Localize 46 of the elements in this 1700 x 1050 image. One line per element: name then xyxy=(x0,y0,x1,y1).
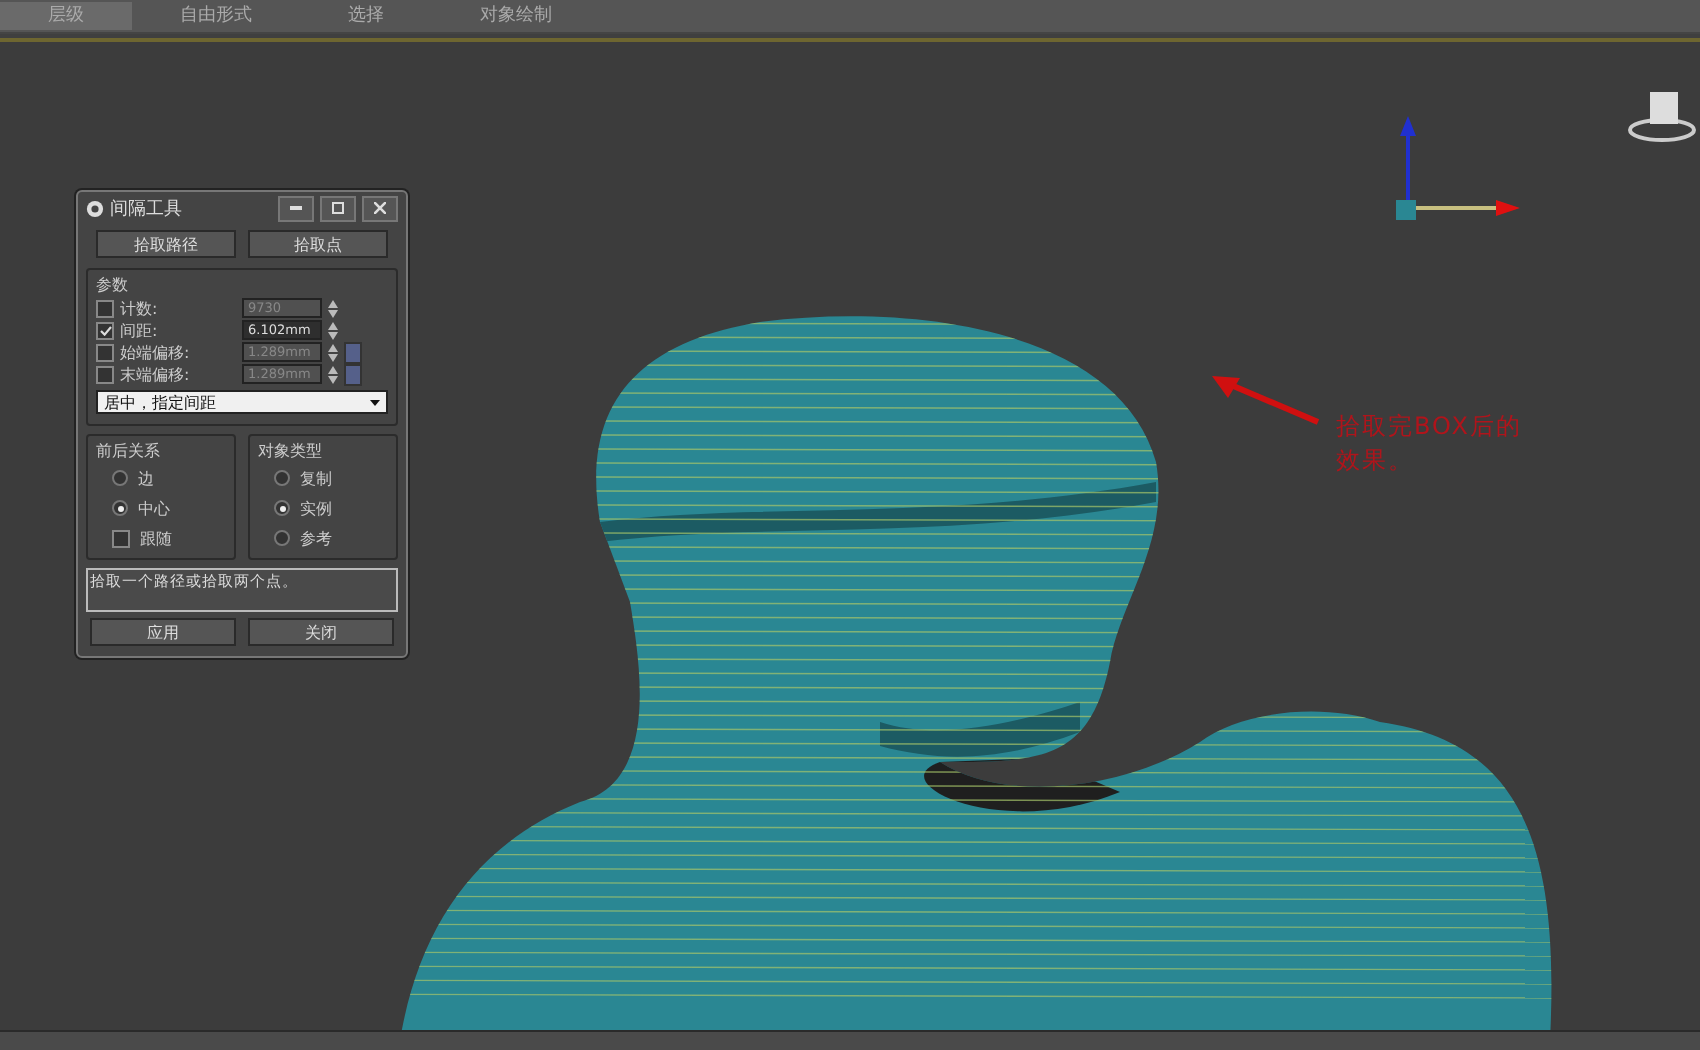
radio-label: 边 xyxy=(138,467,154,489)
group-title: 对象类型 xyxy=(258,440,324,462)
ribbon-tab[interactable]: 对象绘制 xyxy=(432,2,600,30)
parameter-label: 始端偏移: xyxy=(120,341,192,363)
minimize-button[interactable] xyxy=(278,195,314,221)
group-title: 前后关系 xyxy=(96,440,162,462)
close-button[interactable] xyxy=(362,195,398,221)
parameter-label: 间距: xyxy=(120,319,160,341)
ribbon-tab[interactable]: 层级 xyxy=(0,2,132,30)
radio-label: 实例 xyxy=(300,497,332,519)
dialog-button[interactable]: 关闭 xyxy=(248,618,394,646)
checkbox[interactable] xyxy=(112,529,130,547)
arrow xyxy=(1212,374,1322,426)
minimize-icon xyxy=(290,206,302,210)
checkmark-icon xyxy=(99,325,111,335)
ribbon-tab[interactable]: 自由形式 xyxy=(132,2,300,30)
maximize-icon xyxy=(332,202,344,214)
radio-button[interactable] xyxy=(274,470,290,486)
distribution-dropdown[interactable]: 居中，指定间距 xyxy=(96,390,388,414)
spinner-arrows-icon[interactable] xyxy=(328,343,338,361)
group-title: 参数 xyxy=(96,274,130,296)
spinner-arrows-icon[interactable] xyxy=(328,321,338,339)
pick-button[interactable]: 拾取路径 xyxy=(96,230,236,258)
dialog-title: 间隔工具 xyxy=(110,197,184,221)
parameter-label: 末端偏移: xyxy=(120,363,192,385)
radio-button[interactable] xyxy=(274,530,290,546)
app-logo-icon xyxy=(86,199,104,217)
checkbox[interactable] xyxy=(96,321,114,339)
parameter-label: 计数: xyxy=(120,297,160,319)
close-icon xyxy=(374,202,386,214)
view-cube-icon xyxy=(1628,86,1696,146)
caret-icon xyxy=(370,399,380,405)
radio-label: 中心 xyxy=(138,497,170,519)
spinner-arrows-icon[interactable] xyxy=(328,299,338,317)
annotation-text: 拾取完BOX后的效果。 xyxy=(1336,410,1524,478)
radio-label: 复制 xyxy=(300,467,332,489)
checkbox-label: 跟随 xyxy=(140,527,172,549)
spinner-arrows-icon[interactable] xyxy=(328,365,338,383)
radio-button[interactable] xyxy=(112,500,128,516)
ribbon-tab[interactable]: 选择 xyxy=(300,2,432,30)
maximize-button[interactable] xyxy=(320,195,356,221)
radio-button[interactable] xyxy=(274,500,290,516)
radio-button[interactable] xyxy=(112,470,128,486)
pick-button[interactable]: 拾取点 xyxy=(248,230,388,258)
dialog-button[interactable]: 应用 xyxy=(90,618,236,646)
radio-label: 参考 xyxy=(300,527,332,549)
